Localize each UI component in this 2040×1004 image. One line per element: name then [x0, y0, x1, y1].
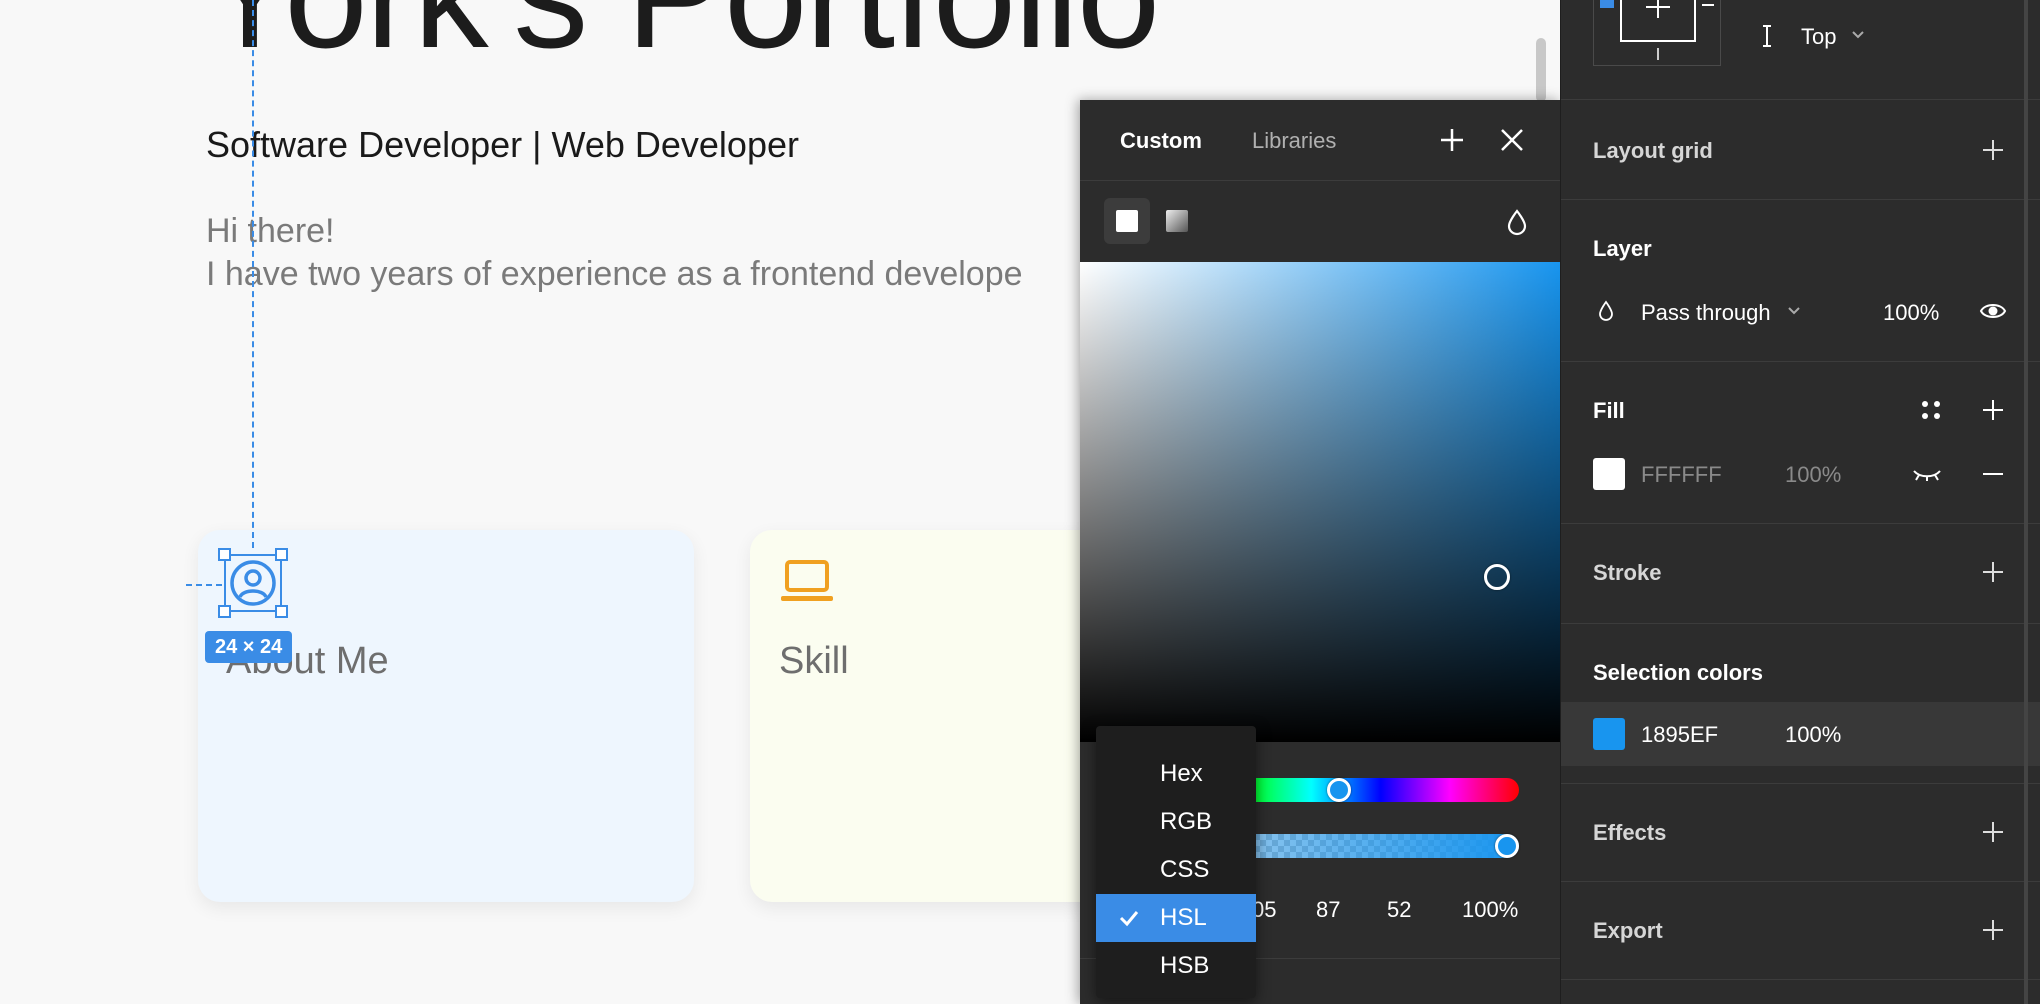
- intro-line-2: I have two years of experience as a fron…: [206, 255, 1023, 293]
- laptop-icon: [781, 560, 833, 601]
- selection-colors-section: Selection colors 1895EF 100%: [1561, 624, 2040, 784]
- solid-fill-icon[interactable]: [1104, 198, 1150, 244]
- color-knob[interactable]: [1484, 564, 1510, 590]
- fill-type-toolbar: [1080, 182, 1560, 262]
- gradient-fill-icon[interactable]: [1154, 198, 1200, 244]
- blend-mode-drop-icon: [1599, 300, 1613, 321]
- saturation-value[interactable]: 87: [1316, 897, 1340, 923]
- constraint-bottom-line[interactable]: [1657, 48, 1659, 60]
- user-circle-icon: [230, 560, 276, 606]
- format-option-rgb[interactable]: RGB: [1096, 798, 1256, 846]
- layer-section: Layer Pass through 100%: [1561, 200, 2040, 362]
- layer-opacity-input[interactable]: 100%: [1883, 300, 1939, 326]
- intro-line-1: Hi there!: [206, 212, 335, 250]
- format-option-hsb[interactable]: HSB: [1096, 942, 1256, 990]
- eye-icon[interactable]: [1979, 300, 2007, 322]
- hue-slider-knob[interactable]: [1326, 778, 1351, 802]
- selection-box[interactable]: [218, 548, 288, 618]
- resize-handle-bottom-right[interactable]: [275, 605, 288, 618]
- fill-opacity-input[interactable]: 100%: [1785, 462, 1841, 488]
- add-effect-icon[interactable]: [1981, 820, 2005, 844]
- fill-color-swatch[interactable]: [1593, 458, 1625, 490]
- canvas-scrollbar[interactable]: [1536, 38, 1546, 102]
- tab-custom[interactable]: Custom: [1120, 128, 1202, 154]
- chevron-down-icon[interactable]: [1787, 306, 1801, 316]
- tab-libraries[interactable]: Libraries: [1252, 128, 1336, 154]
- stroke-title: Stroke: [1593, 560, 1662, 585]
- selection-color-row[interactable]: 1895EF 100%: [1561, 702, 2040, 766]
- color-picker-header: Custom Libraries: [1080, 100, 1560, 181]
- constraint-right-marker[interactable]: [1702, 4, 1714, 6]
- fill-section: Fill FFFFFF 100%: [1561, 362, 2040, 524]
- blend-mode-select[interactable]: Pass through: [1641, 300, 1771, 326]
- properties-panel: Top Layout grid Layer Pass through 100% …: [1560, 0, 2040, 1004]
- selection-color-opacity[interactable]: 100%: [1785, 722, 1841, 748]
- constraints-widget[interactable]: [1593, 0, 1721, 66]
- color-format-dropdown[interactable]: Hex RGB CSS HSL HSB: [1096, 726, 1256, 998]
- lightness-value[interactable]: 52: [1387, 897, 1411, 923]
- export-section: Export: [1561, 882, 2040, 980]
- effects-title: Effects: [1593, 820, 1667, 845]
- horizontal-guide-line: [186, 584, 222, 586]
- format-option-label: HSL: [1160, 904, 1207, 931]
- add-fill-icon[interactable]: [1981, 398, 2005, 422]
- layout-grid-title: Layout grid: [1593, 138, 1713, 163]
- format-option-hex[interactable]: Hex: [1096, 750, 1256, 798]
- add-style-icon[interactable]: [1434, 122, 1470, 158]
- fill-hex-input[interactable]: FFFFFF: [1641, 462, 1722, 488]
- opacity-slider-knob[interactable]: [1495, 834, 1519, 858]
- constraint-center-h[interactable]: [1646, 6, 1670, 8]
- close-icon[interactable]: [1494, 122, 1530, 158]
- check-icon: [1119, 911, 1139, 927]
- constraint-left-marker[interactable]: [1600, 0, 1614, 8]
- add-layout-grid-icon[interactable]: [1981, 138, 2005, 162]
- hidden-eye-icon[interactable]: [1911, 466, 1943, 482]
- format-option-hsl[interactable]: HSL: [1096, 894, 1256, 942]
- chevron-down-icon[interactable]: [1851, 30, 1865, 40]
- hero-subtitle[interactable]: Software Developer | Web Developer: [206, 124, 799, 166]
- format-option-css[interactable]: CSS: [1096, 846, 1256, 894]
- add-export-icon[interactable]: [1981, 918, 2005, 942]
- fill-title: Fill: [1593, 398, 1625, 423]
- style-grid-icon[interactable]: [1919, 398, 1943, 422]
- selection-colors-title: Selection colors: [1593, 660, 1763, 685]
- resize-handle-top-right[interactable]: [275, 548, 288, 561]
- alpha-value[interactable]: 100%: [1462, 897, 1518, 923]
- layer-title: Layer: [1593, 236, 1652, 261]
- vertical-constraint-value[interactable]: Top: [1801, 24, 1836, 50]
- remove-fill-icon[interactable]: [1981, 462, 2005, 486]
- constraint-top-line[interactable]: [1657, 0, 1659, 18]
- saturation-brightness-area[interactable]: [1080, 262, 1560, 742]
- selection-size-badge: 24 × 24: [205, 631, 293, 663]
- vertical-constraint-icon: [1763, 25, 1771, 47]
- selection-color-hex[interactable]: 1895EF: [1641, 722, 1718, 748]
- selection-color-swatch[interactable]: [1593, 718, 1625, 750]
- resize-handle-top-left[interactable]: [218, 548, 231, 561]
- intro-text[interactable]: Hi there! I have two years of experience…: [206, 210, 1023, 296]
- vertical-guide-line: [252, 0, 254, 548]
- resize-handle-bottom-left[interactable]: [218, 605, 231, 618]
- card-label: Skill: [779, 640, 849, 682]
- add-stroke-icon[interactable]: [1981, 560, 2005, 584]
- export-title: Export: [1593, 918, 1663, 943]
- hero-title[interactable]: York's Portfolio: [200, 0, 1160, 70]
- layout-grid-section: Layout grid: [1561, 100, 2040, 200]
- stroke-section: Stroke: [1561, 524, 2040, 624]
- constraints-section: Top: [1561, 0, 2040, 100]
- effects-section: Effects: [1561, 784, 2040, 882]
- panel-scrollbar[interactable]: [2024, 0, 2028, 1004]
- blend-drop-icon[interactable]: [1504, 208, 1530, 236]
